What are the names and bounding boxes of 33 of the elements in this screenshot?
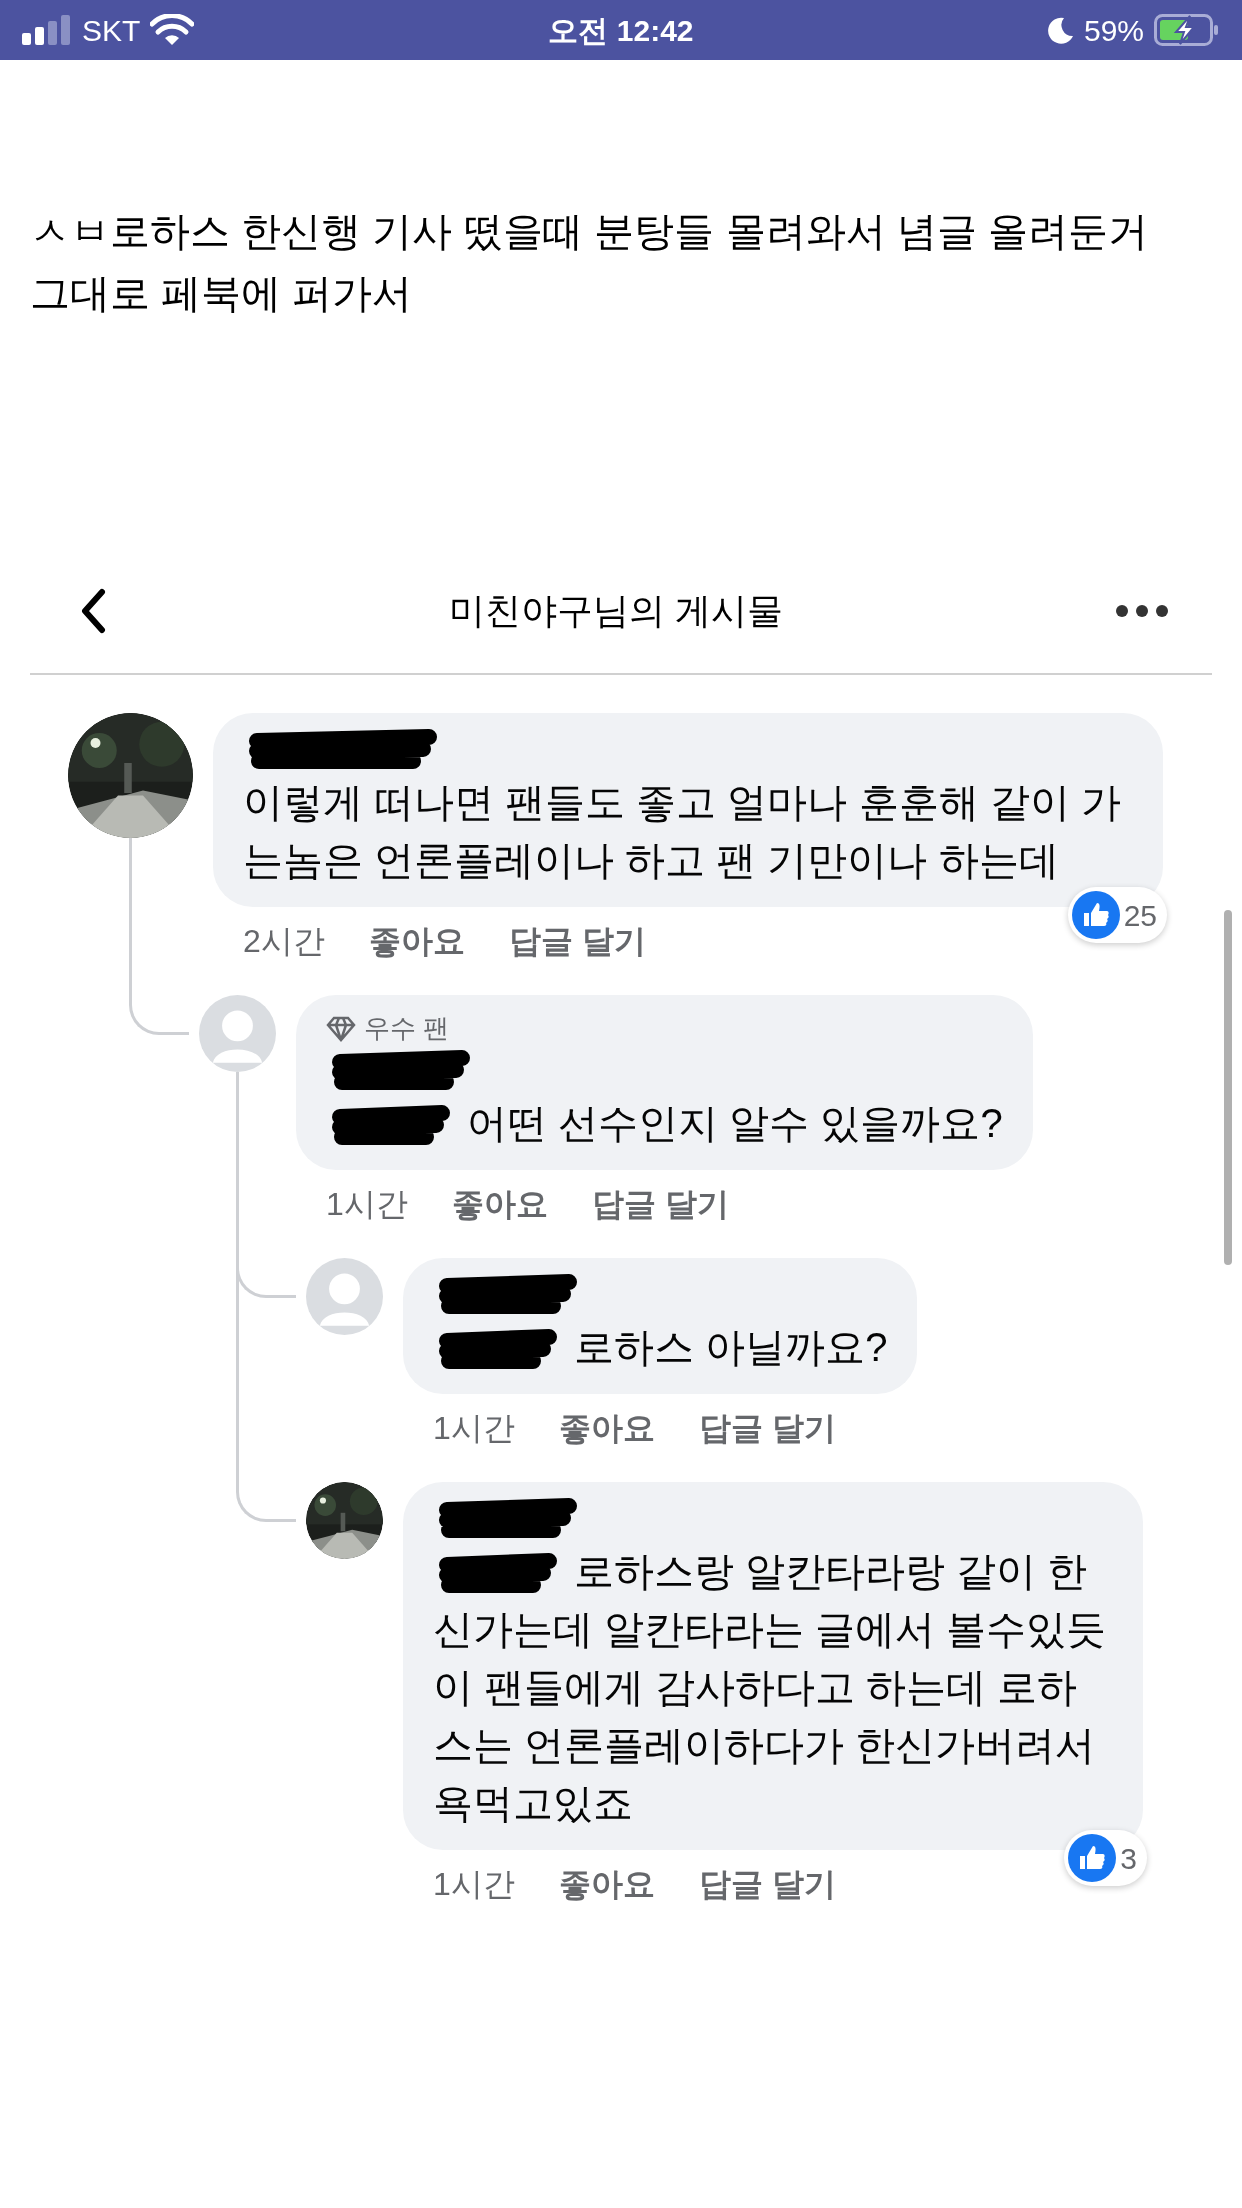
reaction-count: 3: [1120, 1840, 1137, 1877]
comment-time: 1시간: [433, 1409, 515, 1448]
like-link[interactable]: 좋아요: [451, 1180, 548, 1228]
more-icon: [1115, 604, 1169, 618]
diamond-icon: [326, 1015, 356, 1042]
thumbs-up-icon: [1068, 1834, 1117, 1882]
reply-link[interactable]: 답글 달기: [698, 1860, 836, 1908]
reply-link[interactable]: 답글 달기: [591, 1180, 729, 1228]
like-link[interactable]: 좋아요: [558, 1860, 655, 1908]
like-link[interactable]: 좋아요: [368, 917, 465, 965]
post-title: 미친야구님의 게시물: [448, 589, 784, 633]
thumbs-up-icon: [1071, 891, 1120, 939]
post-text: ㅅㅂ로하스 한신행 기사 떴을때 분탕들 몰려와서 념글 올려둔거 그대로 페북에 퍼가서: [30, 208, 1149, 317]
battery-percent: 59%: [1083, 12, 1144, 49]
comment-time: 1시간: [433, 1865, 515, 1904]
reaction-count: 25: [1123, 897, 1157, 934]
like-link[interactable]: 좋아요: [558, 1404, 655, 1452]
clock: 오전 12:42: [548, 12, 694, 49]
signal-icon: [22, 15, 72, 45]
wifi-icon: [150, 14, 195, 46]
reply-link[interactable]: 답글 달기: [508, 917, 646, 965]
reply-link[interactable]: 답글 달기: [698, 1404, 836, 1452]
comment-text: 어떤 선수인지 알수 있을까요?: [326, 1094, 1003, 1152]
comment-text: 로하스 아닐까요?: [433, 1318, 888, 1376]
comment-text: 로하스랑 알칸타라랑 같이 한신가는데 알칸타라는 글에서 볼수있듯이 팬들에게 감사하다고 하는데 로하스는 언론플레이하다가 한신가버려서 욕먹고있죠: [433, 1548, 1108, 1827]
comment-time: 1시간: [326, 1185, 408, 1224]
back-icon: [80, 588, 106, 634]
moon-icon: [1045, 16, 1074, 44]
top-fan-label: 우수 팬: [364, 1012, 450, 1045]
battery-charging-icon: [1154, 14, 1220, 46]
carrier-name: SKT: [82, 12, 141, 49]
comment-text: 이렇게 떠나면 팬들도 좋고 얼마나 훈훈해 같이 가는놈은 언론플레이나 하고 팬 기만이나 하는데: [243, 779, 1122, 884]
comment-time: 2시간: [243, 922, 325, 961]
